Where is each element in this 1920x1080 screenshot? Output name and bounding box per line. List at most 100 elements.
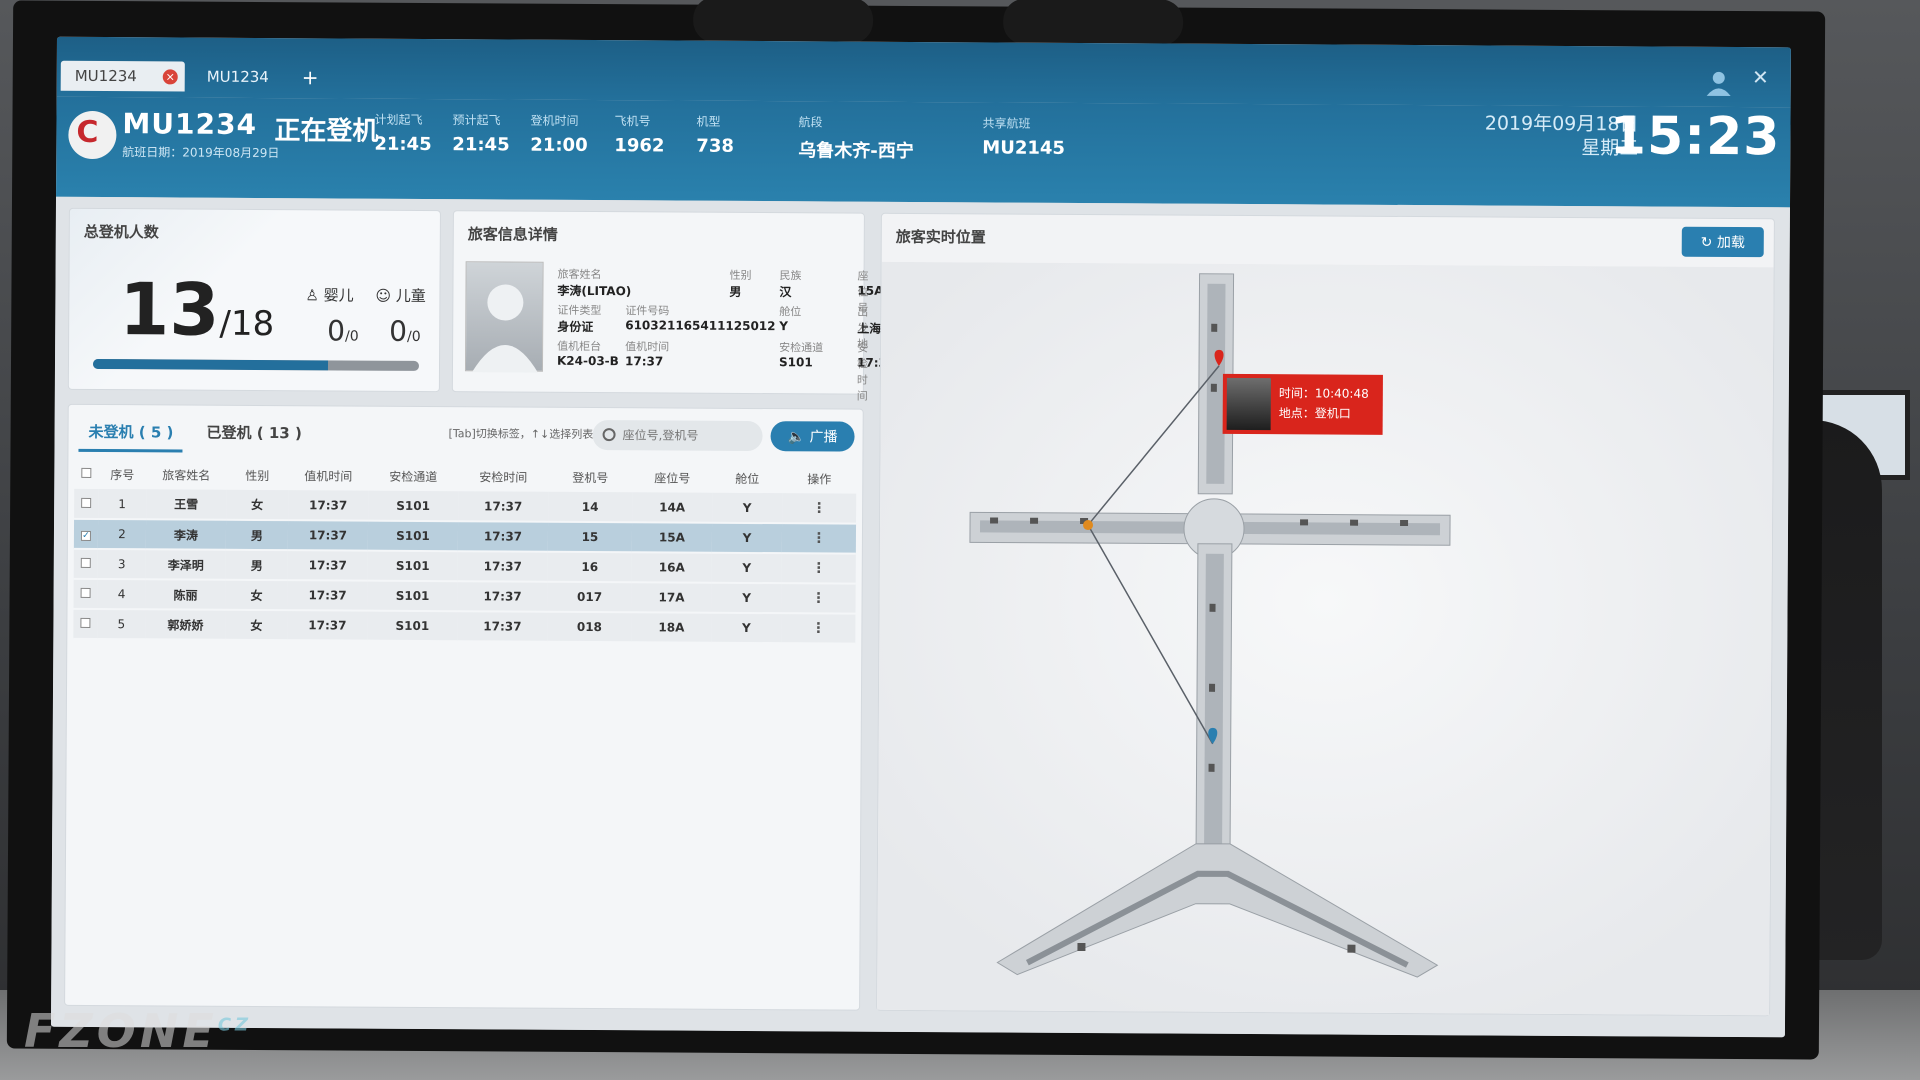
cell-seat: 15A [658, 530, 685, 545]
passenger-field-label: 证件号码 [625, 304, 670, 318]
cell-name: 李涛 [173, 527, 198, 543]
row-checkbox[interactable] [80, 587, 91, 598]
search-input[interactable] [622, 425, 753, 446]
tab-not-boarded[interactable]: 未登机 ( 5 ) [89, 421, 174, 443]
passenger-photo [464, 261, 544, 373]
table-header-row: 序号 旅客姓名 性别 值机时间 安检通道 安检时间 登机号 座位号 舱位 操作 [74, 459, 856, 494]
flight-number: MU1234 [122, 107, 258, 141]
select-all-checkbox[interactable] [81, 467, 92, 478]
cell-checkin: 17:37 [308, 558, 347, 573]
passenger-detail-card: 旅客信息详情 旅客姓名李涛(LITAO)性别男民族汉座位号15A登机号15证件类… [452, 211, 920, 403]
info-value: 21:45 [452, 134, 510, 156]
cell-name: 王雪 [174, 497, 199, 512]
infant-value: 0 [327, 314, 346, 348]
column-header: 座位号 [654, 470, 691, 486]
passenger-field-label: 值机柜台 [557, 339, 602, 354]
passenger-field-label: 民族 [779, 269, 802, 283]
cell-no: 2 [118, 527, 126, 542]
column-header: 序号 [110, 467, 135, 482]
cell-sectime: 17:37 [483, 589, 522, 604]
cell-sectime: 17:37 [483, 559, 522, 574]
tab-bar: MU1234 × MU1234 + ✕ [56, 36, 1791, 108]
table-row[interactable]: 1 王雪 女 17:37 S101 17:37 14 14A Y ⋮ [74, 488, 857, 524]
close-icon[interactable]: × [162, 69, 178, 85]
cell-seat: 18A [658, 620, 685, 635]
tab-mu1234[interactable]: MU1234 [193, 62, 283, 93]
info-label: 登机时间 [530, 113, 579, 128]
cell-cabin: Y [742, 590, 751, 605]
boarding-progress-fill [92, 358, 328, 371]
info-planned-departure: 计划起飞 21:45 [374, 111, 432, 155]
keyboard-hint: [Tab]切换标签，↑↓选择列表项 [448, 427, 605, 442]
passenger-field-label: 性别 [729, 268, 752, 282]
monitor: MU1234 × MU1234 + ✕ C MU1234 航班日期：2019年0… [6, 0, 1826, 1060]
cell-checkin: 17:37 [308, 588, 347, 603]
broadcast-button[interactable]: 🔈 广播 [770, 421, 855, 452]
table-row[interactable]: ✓ 2 李涛 男 17:37 S101 17:37 15 15A Y ⋮ [73, 518, 857, 554]
passenger-field-value: 汉 [779, 285, 792, 300]
tab-boarded[interactable]: 已登机 ( 13 ) [207, 422, 302, 444]
cell-sectime: 17:37 [483, 619, 522, 634]
info-label: 飞机号 [614, 114, 651, 129]
table-row[interactable]: 4 陈丽 女 17:37 S101 17:37 017 17A Y ⋮ [73, 578, 856, 614]
terminal-map[interactable]: 时间：10:40:48 地点：登机口 [877, 261, 1774, 1016]
info-value: 1962 [614, 135, 665, 157]
info-codeshare: 共享航班 MU2145 [982, 114, 1065, 159]
info-value: 21:45 [374, 133, 432, 156]
passenger-field-value: 上海 [857, 321, 882, 336]
flight-date: 航班日期：2019年08月29日 [122, 145, 280, 161]
boarded-value: 13 [119, 267, 220, 352]
row-checkbox[interactable]: ✓ [80, 530, 91, 541]
reload-button[interactable]: ↻ 加载 [1681, 226, 1764, 258]
search-icon [602, 428, 616, 442]
passenger-field-value: 15A [857, 283, 884, 298]
popup-place: 地点：登机口 [1278, 406, 1351, 421]
flight-header: C MU1234 航班日期：2019年08月29日 正在登机 计划起飞 21:4… [56, 96, 1791, 208]
passenger-field-label: 旅客姓名 [557, 267, 602, 282]
refresh-icon: ↻ [1700, 234, 1713, 251]
table-row[interactable]: 3 李泽明 男 17:37 S101 17:37 16 16A Y ⋮ [73, 548, 856, 584]
close-window-icon[interactable]: ✕ [1752, 65, 1769, 89]
user-icon[interactable] [1705, 69, 1733, 97]
infant-label-text: 婴儿 [323, 286, 354, 305]
cell-no: 3 [117, 557, 126, 572]
info-label: 共享航班 [982, 116, 1031, 131]
passenger-photo-thumb [1226, 377, 1271, 431]
info-label: 机型 [696, 114, 721, 129]
location-popup[interactable]: 时间：10:40:48 地点：登机口 [1222, 373, 1383, 435]
camera-icon [1002, 0, 1184, 46]
child-icon: ☺ [375, 286, 392, 305]
cell-sectime: 17:37 [483, 529, 523, 544]
row-checkbox[interactable] [80, 557, 91, 568]
info-label: 航段 [798, 115, 823, 130]
more-options-icon[interactable]: ⋮ [781, 613, 855, 643]
row-checkbox[interactable] [80, 617, 91, 628]
passenger-field-value: 17:37 [624, 354, 664, 369]
passenger-list-card: 未登机 ( 5 ) 已登机 ( 13 ) [Tab]切换标签，↑↓选择列表项 🔈… [65, 404, 863, 1010]
column-header: 值机时间 [304, 468, 353, 484]
reload-label: 加载 [1716, 234, 1745, 252]
cell-cabin: Y [742, 500, 752, 515]
cell-sex: 女 [250, 588, 263, 603]
cell-channel: S101 [395, 588, 430, 604]
checkpoint-marker [1083, 520, 1094, 531]
row-checkbox[interactable] [81, 497, 92, 508]
more-options-icon[interactable]: ⋮ [782, 553, 856, 583]
more-options-icon[interactable]: ⋮ [781, 583, 855, 613]
info-label: 预计起飞 [452, 113, 501, 128]
cell-channel: S101 [395, 558, 430, 574]
more-options-icon[interactable]: ⋮ [782, 493, 856, 523]
cell-board: 14 [581, 499, 599, 514]
column-header: 操作 [807, 471, 832, 486]
info-value: 738 [696, 135, 734, 157]
passenger-field-label: 安检时间 [856, 341, 869, 403]
info-boarding-time: 登机时间 21:00 [530, 112, 588, 156]
table-row[interactable]: 5 郭娇娇 女 17:37 S101 17:37 018 18A Y ⋮ [73, 608, 856, 644]
passenger-field-value: S101 [778, 355, 813, 370]
more-options-icon[interactable]: ⋮ [782, 523, 856, 553]
add-tab-icon[interactable]: + [302, 62, 319, 92]
tab-mu1234-active[interactable]: MU1234 × [60, 60, 185, 92]
cell-checkin: 17:37 [308, 528, 348, 543]
select-all-cell [74, 459, 98, 489]
row-select-cell [73, 609, 97, 639]
